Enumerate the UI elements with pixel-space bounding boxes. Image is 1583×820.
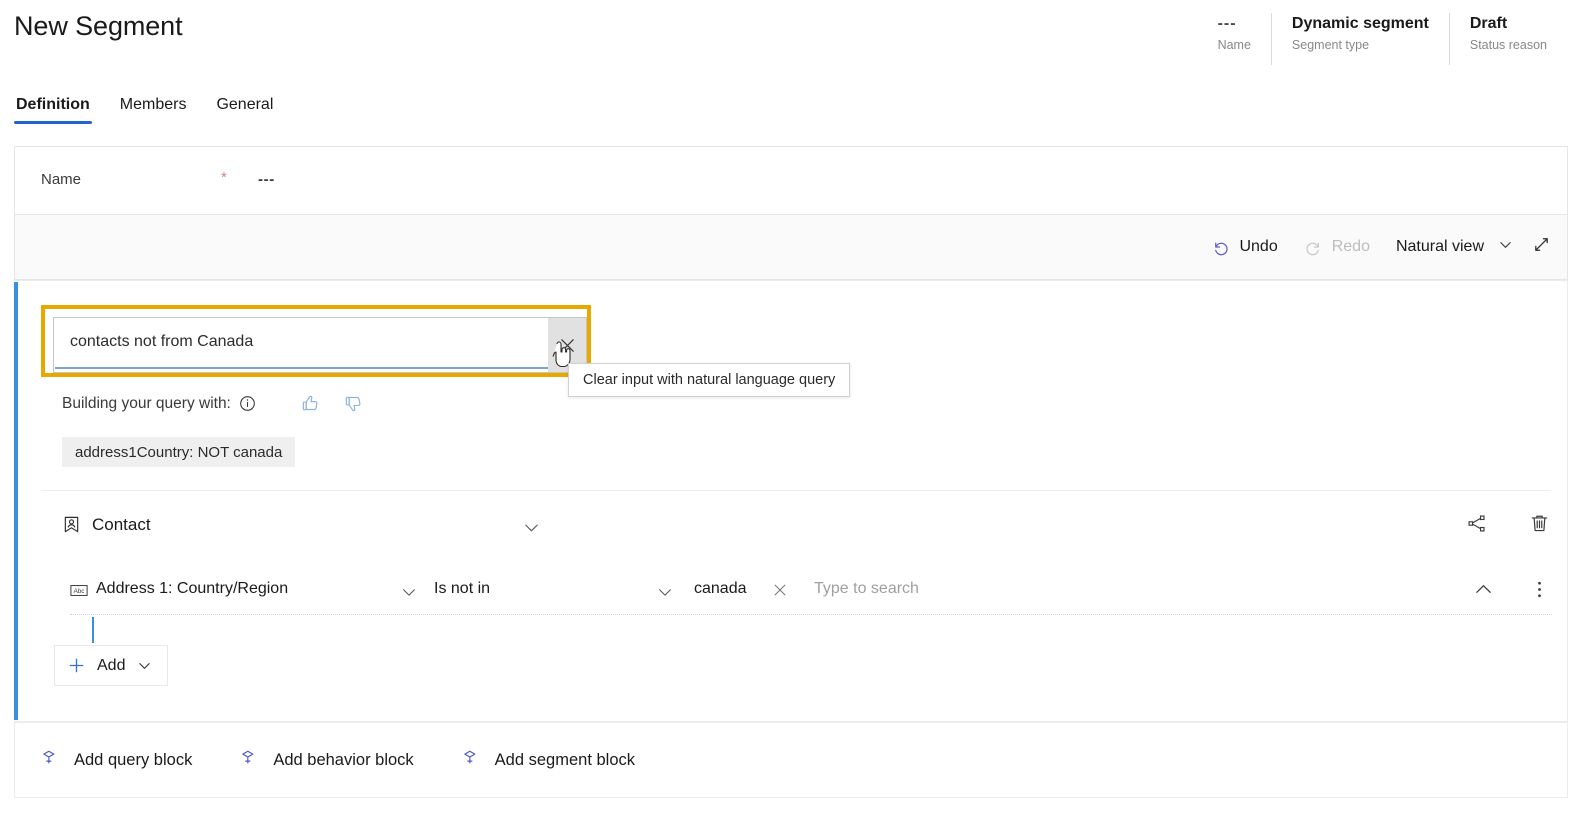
info-icon[interactable]	[239, 395, 256, 412]
name-field-label: Name	[41, 171, 82, 188]
natural-language-input[interactable]: contacts not from Canada	[53, 317, 587, 373]
expand-diagonal-icon	[1532, 235, 1551, 259]
meta-status-reason-value: Draft	[1469, 15, 1508, 32]
plus-icon	[67, 656, 86, 675]
app-root: New Segment --- Name Dynamic segment Seg…	[0, 0, 1583, 820]
natural-language-input-value: contacts not from Canada	[70, 333, 254, 350]
add-segment-block-label: Add segment block	[494, 750, 636, 769]
collapse-chevron-up-icon[interactable]	[1470, 576, 1496, 602]
add-query-block-button[interactable]: Add query block	[41, 747, 192, 773]
meta-name-label: Name	[1217, 38, 1251, 52]
meta-status-reason: Draft Status reason	[1448, 13, 1567, 65]
undo-icon	[1211, 238, 1230, 257]
meta-segment-type-value: Dynamic segment	[1291, 15, 1429, 32]
page-header: New Segment --- Name Dynamic segment Seg…	[0, 0, 1583, 82]
condition-value-chip: canada	[694, 580, 747, 597]
input-underline	[55, 367, 548, 369]
meta-name-value: ---	[1217, 15, 1237, 32]
required-asterisk: *	[221, 169, 227, 186]
view-mode-selector[interactable]: Natural view	[1383, 230, 1522, 264]
condition-operator-chevron-down-icon[interactable]	[656, 583, 674, 606]
block-actions-footer: Add query block Add behavior block Add s…	[14, 722, 1568, 798]
meta-segment-type-label: Segment type	[1291, 38, 1370, 52]
clear-input-tooltip: Clear input with natural language query	[568, 363, 850, 397]
tab-definition[interactable]: Definition	[14, 92, 92, 124]
expand-button[interactable]	[1522, 227, 1561, 267]
thumbs-up-icon[interactable]	[300, 393, 321, 414]
building-query-label: Building your query with:	[62, 394, 231, 412]
add-button[interactable]: Add	[54, 645, 168, 686]
meta-status-reason-label: Status reason	[1469, 38, 1547, 52]
tab-bar: Definition Members General	[14, 92, 275, 124]
add-button-label: Add	[97, 656, 126, 674]
add-segment-block-button[interactable]: Add segment block	[462, 747, 635, 773]
name-field-card: Name * ---	[14, 146, 1568, 214]
condition-field-name[interactable]: Address 1: Country/Region	[96, 580, 288, 598]
tab-members[interactable]: Members	[118, 92, 189, 124]
query-block-icon	[41, 747, 62, 773]
query-toolbar: Undo Redo Natural view	[14, 214, 1568, 280]
condition-row: Abc Address 1: Country/Region Is not in …	[70, 578, 1552, 610]
add-query-block-label: Add query block	[74, 750, 193, 769]
building-query-row: Building your query with:	[62, 393, 364, 414]
natural-language-input-focus-ring: contacts not from Canada	[41, 305, 591, 377]
view-mode-label: Natural view	[1395, 238, 1484, 255]
text-field-abc-icon: Abc	[70, 583, 88, 598]
add-behavior-block-button[interactable]: Add behavior block	[240, 747, 414, 773]
name-field-value[interactable]: ---	[258, 171, 275, 188]
delete-trash-icon[interactable]	[1526, 510, 1552, 536]
tab-general[interactable]: General	[214, 92, 275, 124]
behavior-block-icon	[240, 747, 261, 773]
add-behavior-block-label: Add behavior block	[273, 750, 414, 769]
remove-value-close-icon[interactable]	[772, 582, 788, 603]
undo-button[interactable]: Undo	[1198, 231, 1290, 264]
condition-field-chevron-down-icon[interactable]	[400, 583, 418, 606]
contact-entity-icon	[62, 515, 81, 534]
panel-accent-bar	[14, 282, 18, 720]
redo-icon	[1304, 238, 1323, 257]
entity-row-contact: Contact	[62, 510, 1552, 546]
meta-segment-type: Dynamic segment Segment type	[1270, 13, 1449, 65]
thumbs-down-icon[interactable]	[343, 393, 364, 414]
record-meta: --- Name Dynamic segment Segment type Dr…	[1198, 13, 1567, 65]
branch-share-icon[interactable]	[1464, 510, 1490, 536]
entity-row-actions	[1464, 510, 1552, 536]
condition-value-search-input[interactable]: Type to search	[814, 580, 919, 598]
page-title: New Segment	[14, 11, 183, 41]
condition-operator[interactable]: Is not in	[434, 580, 490, 598]
section-divider	[41, 490, 1551, 491]
entity-chevron-down-icon[interactable]	[522, 518, 541, 542]
condition-separator	[70, 614, 1552, 615]
close-icon	[560, 338, 574, 352]
svg-text:Abc: Abc	[74, 588, 85, 595]
chevron-down-icon	[1498, 237, 1513, 257]
segment-block-icon	[462, 747, 483, 773]
query-token-chip: address1Country: NOT canada	[62, 437, 296, 467]
add-chevron-down-icon[interactable]	[137, 658, 152, 673]
meta-name: --- Name	[1198, 13, 1271, 65]
undo-label: Undo	[1239, 238, 1278, 255]
add-connector-line	[92, 617, 94, 643]
entity-name-label: Contact	[92, 515, 151, 534]
redo-button: Redo	[1291, 231, 1383, 264]
more-options-kebab-icon[interactable]	[1526, 576, 1552, 602]
redo-label: Redo	[1331, 238, 1370, 255]
condition-row-actions	[1470, 576, 1552, 602]
